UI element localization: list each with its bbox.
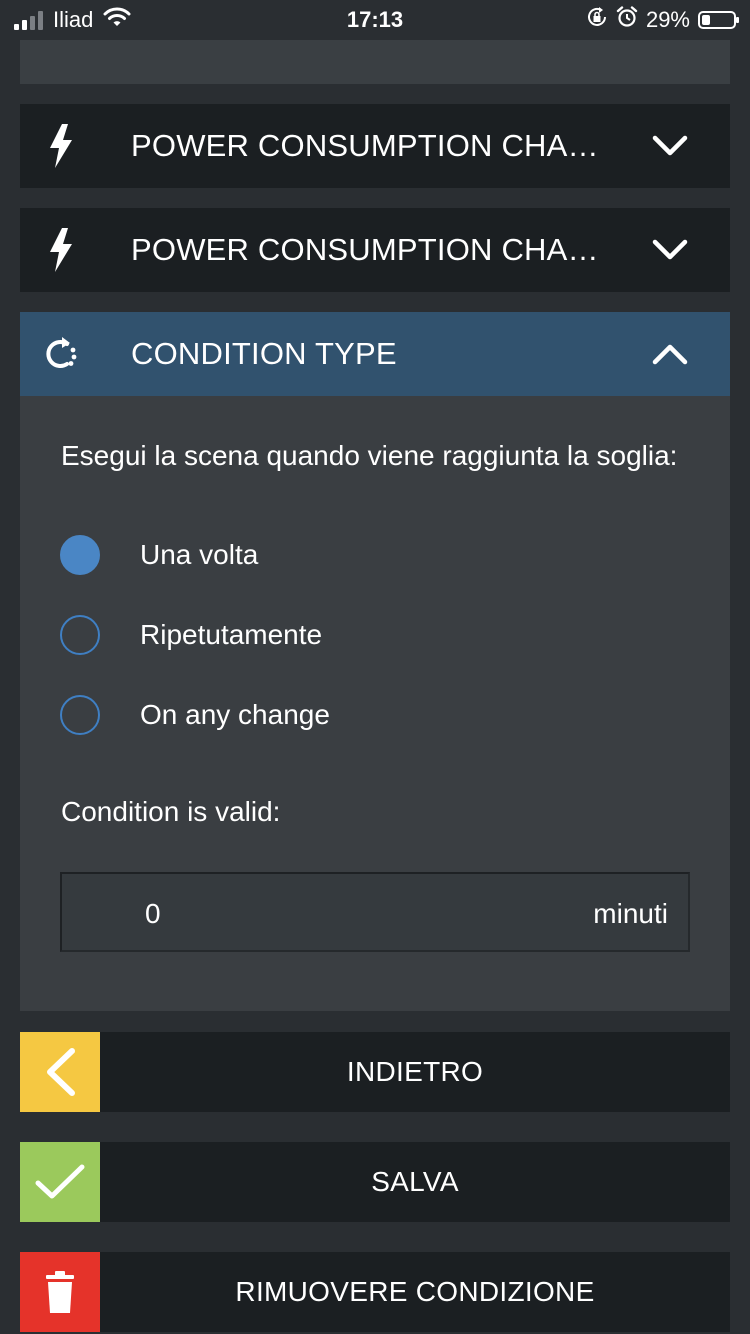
back-button[interactable]: INDIETRO bbox=[20, 1032, 730, 1112]
lightning-bolt-icon bbox=[20, 208, 102, 292]
system-indicators: 29% bbox=[586, 6, 739, 34]
alarm-icon bbox=[616, 6, 638, 34]
accordion-condition-type[interactable]: CONDITION TYPE bbox=[20, 312, 730, 396]
previous-section-edge bbox=[20, 40, 730, 84]
remove-condition-button[interactable]: RIMUOVERE CONDIZIONE bbox=[20, 1252, 730, 1332]
remove-condition-label: RIMUOVERE CONDIZIONE bbox=[235, 1276, 595, 1307]
chevron-left-icon bbox=[20, 1032, 100, 1112]
duration-input[interactable]: 0 minuti bbox=[60, 872, 690, 952]
repeat-cycle-icon bbox=[20, 312, 102, 396]
accordion-title: CONDITION TYPE bbox=[131, 336, 397, 371]
battery-percent: 29% bbox=[645, 7, 690, 32]
condition-type-panel: Esegui la scena quando viene raggiunta l… bbox=[20, 396, 730, 1011]
battery-icon bbox=[698, 11, 739, 29]
condition-valid-label: Condition is valid: bbox=[61, 796, 281, 827]
option-ripetutamente[interactable]: Ripetutamente bbox=[60, 615, 322, 655]
accordion-title: POWER CONSUMPTION CHA… bbox=[131, 232, 599, 267]
save-label: SALVA bbox=[371, 1166, 459, 1197]
threshold-prompt: Esegui la scena quando viene raggiunta l… bbox=[61, 440, 678, 471]
checkmark-icon bbox=[20, 1142, 100, 1222]
option-una-volta[interactable]: Una volta bbox=[60, 535, 258, 575]
accordion-power-consumption-1[interactable]: POWER CONSUMPTION CHA… bbox=[20, 104, 730, 188]
radio-button[interactable] bbox=[60, 695, 100, 735]
save-button[interactable]: SALVA bbox=[20, 1142, 730, 1222]
radio-button[interactable] bbox=[60, 615, 100, 655]
accordion-title: POWER CONSUMPTION CHA… bbox=[131, 128, 599, 163]
chevron-up-icon[interactable] bbox=[610, 312, 730, 396]
chevron-down-icon[interactable] bbox=[610, 104, 730, 188]
option-label: Una volta bbox=[140, 539, 259, 570]
orientation-lock-icon bbox=[586, 6, 608, 34]
lightning-bolt-icon bbox=[20, 104, 102, 188]
chevron-down-icon[interactable] bbox=[610, 208, 730, 292]
back-label: INDIETRO bbox=[346, 1056, 484, 1087]
accordion-power-consumption-2[interactable]: POWER CONSUMPTION CHA… bbox=[20, 208, 730, 292]
trash-icon bbox=[20, 1252, 100, 1332]
duration-unit: minuti bbox=[593, 898, 668, 929]
duration-value[interactable]: 0 bbox=[145, 898, 161, 930]
radio-button-selected[interactable] bbox=[60, 535, 100, 575]
status-bar: Iliad 17:13 29% bbox=[0, 0, 750, 40]
option-on-any-change[interactable]: On any change bbox=[60, 695, 330, 735]
option-label: Ripetutamente bbox=[140, 619, 323, 650]
option-label: On any change bbox=[140, 699, 330, 730]
